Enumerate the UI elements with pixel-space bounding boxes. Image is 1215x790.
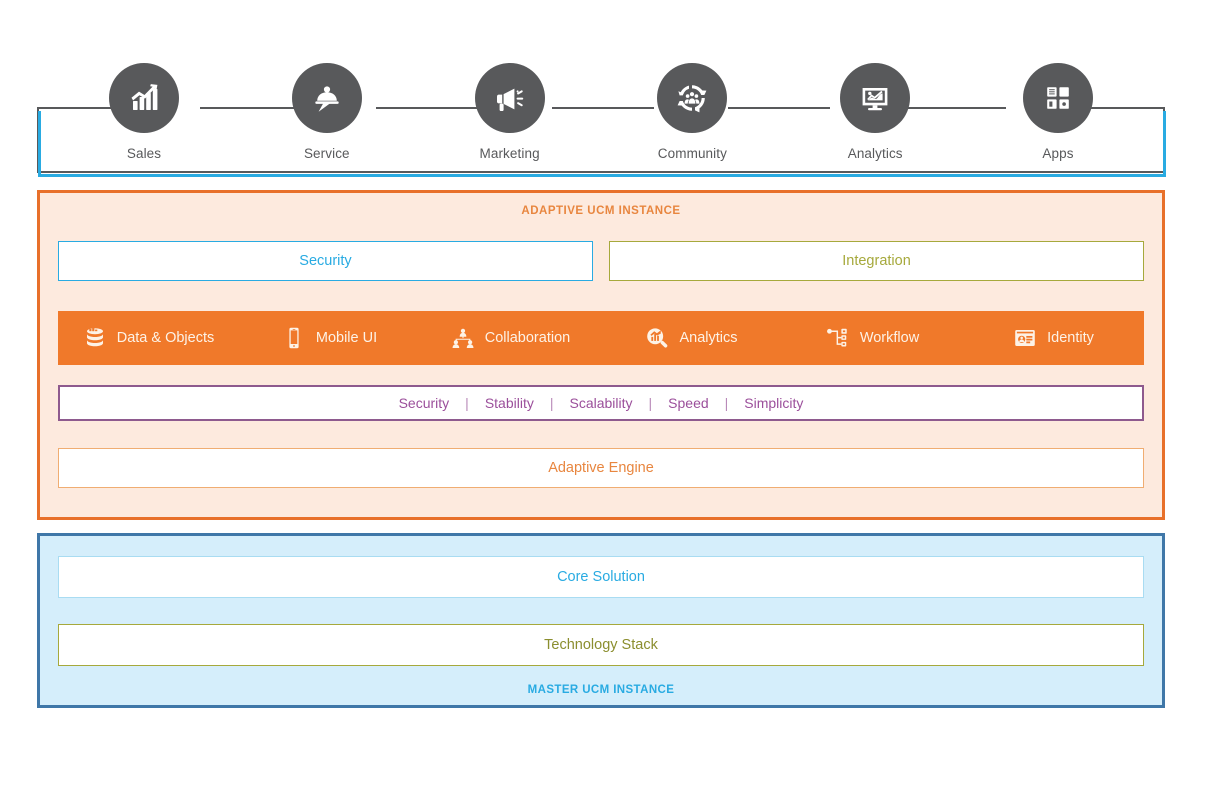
pill-integration[interactable]: Integration <box>609 241 1144 281</box>
quality-item: Simplicity <box>744 395 804 411</box>
adaptive-engine-row[interactable]: Adaptive Engine <box>58 448 1144 488</box>
quality-item: Security <box>398 395 450 411</box>
database-icon <box>83 326 107 350</box>
channel-item-sales[interactable]: Sales <box>88 63 200 183</box>
capability-label: Mobile UI <box>315 330 378 346</box>
channel-label: Service <box>303 146 350 161</box>
capability-data-and-objects[interactable]: Data & Objects <box>58 326 239 350</box>
qualities-row: Security | Stability | Scalability | Spe… <box>58 385 1144 421</box>
pill-security[interactable]: Security <box>58 241 593 281</box>
technology-stack-row[interactable]: Technology Stack <box>58 624 1144 666</box>
channel-item-apps[interactable]: Apps <box>1002 63 1114 183</box>
quality-item: Scalability <box>569 395 633 411</box>
app-grid-icon <box>1022 63 1093 133</box>
channel-label: Apps <box>1042 146 1074 161</box>
workflow-nodes-icon <box>826 326 850 350</box>
capability-workflow[interactable]: Workflow <box>782 326 963 350</box>
bar-chart-growth-icon <box>109 63 179 133</box>
capability-label: Identity <box>1047 330 1094 346</box>
capability-mobile-ui[interactable]: Mobile UI <box>239 326 420 350</box>
identity-card-icon <box>1013 326 1037 350</box>
channel-item-analytics[interactable]: Analytics <box>819 63 931 183</box>
adaptive-top-pills-row: Security Integration <box>58 241 1144 281</box>
megaphone-icon <box>474 63 545 133</box>
architecture-diagram: Sales Service Marketing Community Analyt… <box>0 0 1215 790</box>
quality-item: Stability <box>484 395 534 411</box>
capability-analytics[interactable]: Analytics <box>601 326 782 350</box>
service-bell-icon <box>291 63 362 133</box>
quality-item: Speed <box>668 395 709 411</box>
magnifier-chart-icon <box>645 326 669 350</box>
community-people-icon <box>657 63 728 133</box>
channel-label: Marketing <box>479 146 540 161</box>
mobile-phone-icon <box>282 326 306 350</box>
channels-section: Sales Service Marketing Community Analyt… <box>37 63 1166 177</box>
channel-label: Analytics <box>847 146 903 161</box>
channel-label: Community <box>657 146 727 161</box>
monitor-chart-icon <box>840 63 911 133</box>
quality-separator: | <box>724 395 729 411</box>
capability-label: Data & Objects <box>116 330 215 346</box>
core-solution-row[interactable]: Core Solution <box>58 556 1144 598</box>
capability-label: Workflow <box>859 330 920 346</box>
adaptive-section-title: ADAPTIVE UCM INSTANCE <box>521 205 681 217</box>
collaboration-network-icon <box>451 326 475 350</box>
channel-label: Sales <box>126 146 162 161</box>
channel-item-marketing[interactable]: Marketing <box>454 63 566 183</box>
capability-label: Collaboration <box>484 330 571 346</box>
capability-identity[interactable]: Identity <box>963 326 1144 350</box>
channel-list: Sales Service Marketing Community Analyt… <box>37 63 1165 183</box>
capability-label: Analytics <box>679 330 738 346</box>
quality-separator: | <box>465 395 469 411</box>
master-section-title: MASTER UCM INSTANCE <box>527 684 675 696</box>
master-ucm-instance-section: Core Solution Technology Stack MASTER UC… <box>37 533 1165 708</box>
capability-collaboration[interactable]: Collaboration <box>420 326 601 350</box>
channel-item-service[interactable]: Service <box>271 63 383 183</box>
channel-item-community[interactable]: Community <box>636 63 748 183</box>
quality-separator: | <box>648 395 653 411</box>
adaptive-ucm-instance-section: ADAPTIVE UCM INSTANCE Security Integrati… <box>37 190 1165 520</box>
capability-bar: Data & Objects Mobile UI Collaboration A… <box>58 311 1144 365</box>
quality-separator: | <box>549 395 554 411</box>
